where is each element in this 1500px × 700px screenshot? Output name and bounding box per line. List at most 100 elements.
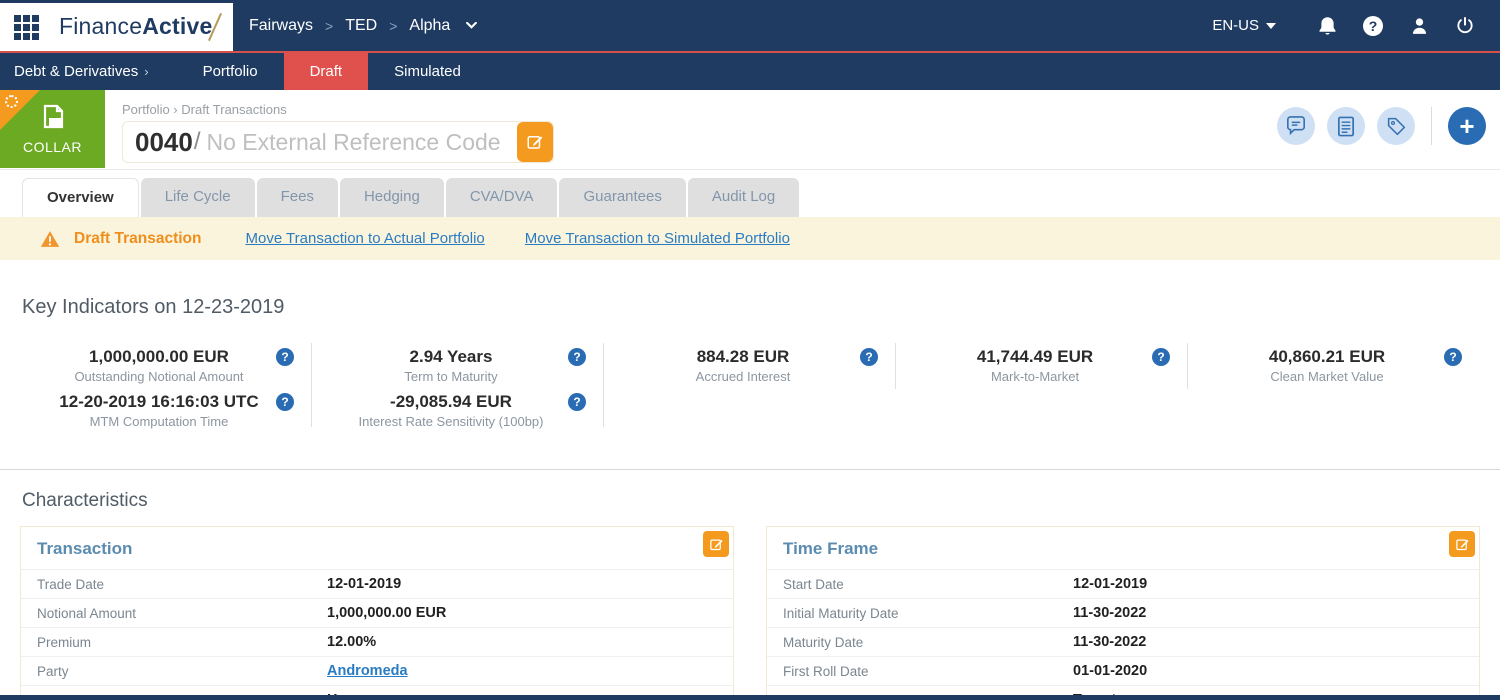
nav-item-simulated[interactable]: Simulated (368, 53, 487, 90)
characteristics-panels: Transaction Trade Date 12-01-2019 Notion… (0, 526, 1500, 700)
indicator-label: Term to Maturity (404, 369, 498, 384)
tab-guarantees[interactable]: Guarantees (559, 178, 686, 217)
nav-debt-derivatives[interactable]: Debt & Derivatives › (0, 53, 163, 90)
nav-item-portfolio[interactable]: Portfolio (177, 53, 284, 90)
row-label: Notional Amount (37, 605, 137, 621)
table-row: Start Date 12-01-2019 (767, 569, 1479, 598)
warning-icon (40, 230, 60, 247)
document-icon (1337, 116, 1355, 136)
instrument-type-badge: COLLAR (0, 90, 105, 168)
edit-icon (527, 136, 542, 149)
edit-time-frame-button[interactable] (1449, 531, 1475, 557)
help-icon[interactable]: ? (568, 393, 586, 411)
documents-button[interactable] (1327, 107, 1365, 145)
row-value: 11-30-2022 (1073, 605, 1147, 621)
table-row: Maturity Date 11-30-2022 (767, 627, 1479, 656)
breadcrumb-ted[interactable]: TED (345, 17, 377, 35)
bottom-bar (0, 695, 1500, 700)
user-icon (1412, 17, 1426, 34)
row-label: Initial Maturity Date (783, 605, 899, 621)
instrument-type-label: COLLAR (22, 139, 83, 155)
row-label: Premium (37, 634, 92, 650)
tab-audit-log[interactable]: Audit Log (687, 178, 800, 217)
spinner-icon (5, 95, 18, 108)
chevron-down-icon (1266, 22, 1276, 29)
title-separator: / (193, 128, 201, 155)
logout-button[interactable] (1442, 6, 1488, 46)
top-breadcrumb: Fairways > TED > Alpha (233, 0, 478, 51)
move-to-simulated-link[interactable]: Move Transaction to Simulated Portfolio (525, 230, 790, 247)
language-selector[interactable]: EN-US (1212, 17, 1276, 34)
add-button[interactable]: + (1448, 107, 1486, 145)
breadcrumb-fairways[interactable]: Fairways (249, 17, 313, 35)
indicator-value: 1,000,000.00 EUR (89, 347, 229, 366)
row-label: Trade Date (37, 576, 105, 592)
indicator-interest-rate-sensitivity: -29,085.94 EUR Interest Rate Sensitivity… (312, 390, 604, 433)
indicator-mtm-computation-time: 12-20-2019 16:16:03 UTC MTM Computation … (20, 390, 312, 433)
characteristics-title: Characteristics (22, 490, 148, 511)
help-icon[interactable]: ? (276, 393, 294, 411)
row-value: 11-30-2022 (1073, 634, 1147, 650)
party-link[interactable]: Andromeda (327, 663, 717, 679)
edit-icon (1455, 539, 1469, 550)
section-divider (0, 469, 1500, 470)
indicator-column: 40,860.21 EUR Clean Market Value ? (1188, 339, 1480, 435)
chevron-down-icon[interactable] (466, 22, 478, 29)
transaction-id: 0040 (135, 126, 193, 157)
key-indicators: 1,000,000.00 EUR Outstanding Notional Am… (0, 339, 1500, 435)
move-to-actual-link[interactable]: Move Transaction to Actual Portfolio (245, 230, 484, 247)
indicator-value: 40,860.21 EUR (1268, 347, 1386, 366)
indicator-column: 2.94 Years Term to Maturity ? -29,085.94… (312, 339, 604, 435)
logo-panel: FinanceActive (0, 3, 233, 51)
row-label: First Roll Date (783, 663, 869, 679)
tag-icon (1387, 117, 1405, 135)
indicator-value: -29,085.94 EUR (390, 392, 512, 411)
help-icon[interactable]: ? (568, 348, 586, 366)
edit-transaction-button[interactable] (703, 531, 729, 557)
table-row: Trade Date 12-01-2019 (21, 569, 733, 598)
row-value: 12-01-2019 (327, 576, 402, 592)
row-value: 12-01-2019 (1073, 576, 1148, 592)
row-label: Maturity Date (783, 634, 864, 650)
indicator-label: MTM Computation Time (89, 414, 229, 429)
topbar-actions: EN-US ? (1212, 0, 1500, 51)
draft-warning-label: Draft Transaction (74, 229, 202, 247)
tab-hedging[interactable]: Hedging (339, 178, 444, 217)
user-button[interactable] (1396, 6, 1442, 46)
help-icon[interactable]: ? (276, 348, 294, 366)
notifications-button[interactable] (1304, 6, 1350, 46)
power-icon (1457, 17, 1473, 34)
tags-button[interactable] (1377, 107, 1415, 145)
app-grid-icon[interactable] (14, 14, 39, 40)
question-icon: ? (1363, 15, 1383, 36)
indicator-label: Accrued Interest (695, 369, 791, 384)
help-icon[interactable]: ? (860, 348, 878, 366)
indicator-label: Mark-to-Market (990, 369, 1080, 384)
edit-reference-button[interactable] (516, 122, 553, 162)
actions-divider (1431, 107, 1432, 145)
tab-overview[interactable]: Overview (22, 178, 139, 217)
comments-button[interactable] (1277, 107, 1315, 145)
breadcrumb-alpha[interactable]: Alpha (409, 17, 450, 35)
tab-cva-dva[interactable]: CVA/DVA (445, 178, 558, 217)
indicator-outstanding-notional: 1,000,000.00 EUR Outstanding Notional Am… (20, 345, 312, 388)
help-icon[interactable]: ? (1444, 348, 1462, 366)
detail-tabs: Overview Life Cycle Fees Hedging CVA/DVA… (0, 170, 1500, 217)
indicator-value: 884.28 EUR (696, 347, 790, 366)
chevron-right-icon: › (144, 64, 149, 79)
nav-item-draft[interactable]: Draft (283, 53, 369, 90)
indicator-value: 41,744.49 EUR (976, 347, 1094, 366)
help-icon[interactable]: ? (1152, 348, 1170, 366)
top-bar: FinanceActive Fairways > TED > Alpha EN-… (0, 0, 1500, 51)
tab-life-cycle[interactable]: Life Cycle (140, 178, 255, 217)
indicator-accrued-interest: 884.28 EUR Accrued Interest ? (604, 345, 896, 388)
tab-fees[interactable]: Fees (256, 178, 338, 217)
module-nav: Debt & Derivatives › Portfolio Draft Simu… (0, 53, 1500, 90)
title-box: 0040 / No External Reference Code (122, 121, 554, 163)
page-breadcrumb: Portfolio › Draft Transactions (122, 102, 287, 117)
row-value: 1,000,000.00 EUR (327, 605, 447, 621)
indicator-label: Interest Rate Sensitivity (100bp) (358, 414, 544, 429)
transaction-panel: Transaction Trade Date 12-01-2019 Notion… (20, 526, 734, 700)
help-button[interactable]: ? (1350, 6, 1396, 46)
brand-logo: FinanceActive (59, 12, 223, 42)
